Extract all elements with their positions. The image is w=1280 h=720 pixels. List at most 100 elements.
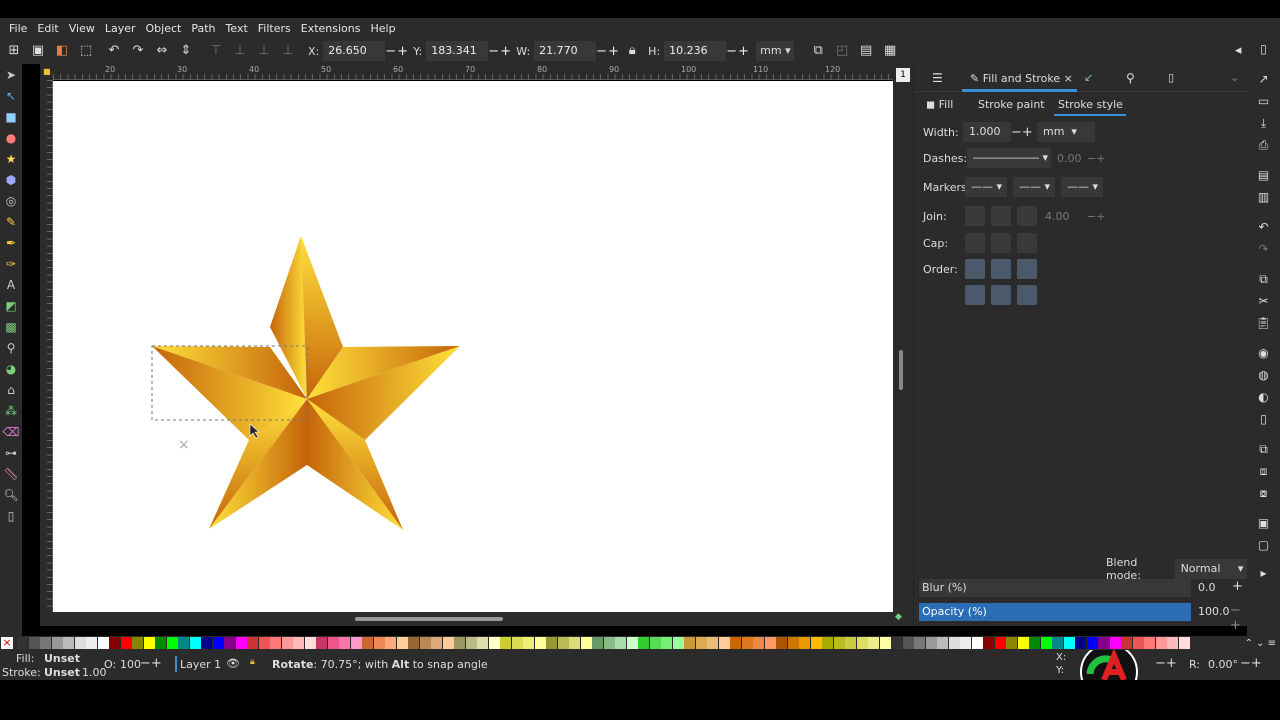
search-icon[interactable]: ⚲ <box>1126 71 1135 85</box>
scale-stroke-icon[interactable]: ⧉ <box>810 43 826 59</box>
blend-mode-select[interactable]: Normal ▾ <box>1174 559 1247 579</box>
color-swatch[interactable] <box>1144 637 1155 649</box>
zoom-selection-icon[interactable]: ◉ <box>1247 342 1280 364</box>
panel-menu-icon[interactable]: ☰ <box>932 71 943 85</box>
color-swatch[interactable] <box>327 637 339 649</box>
vertical-scrollbar[interactable]: 1 ◆ <box>893 64 913 626</box>
node-tool-icon[interactable]: ↖ <box>0 85 22 106</box>
color-swatch[interactable] <box>419 637 431 649</box>
vertical-ruler[interactable] <box>40 80 53 612</box>
color-swatch[interactable] <box>258 637 270 649</box>
color-swatch[interactable] <box>189 637 201 649</box>
connector-tool-icon[interactable]: ⊶ <box>0 442 22 463</box>
color-swatch[interactable] <box>1029 637 1040 649</box>
color-swatch[interactable] <box>385 637 396 649</box>
color-swatch[interactable] <box>178 637 189 649</box>
group-icon[interactable]: ▣ <box>1247 512 1280 534</box>
lock-guides-icon[interactable]: ■ <box>43 67 51 76</box>
color-swatch[interactable] <box>235 637 247 649</box>
color-swatch[interactable] <box>1178 637 1190 649</box>
horizontal-scroll-thumb[interactable] <box>355 617 503 621</box>
color-swatch[interactable] <box>1006 637 1017 649</box>
color-swatch[interactable] <box>707 637 718 649</box>
zoom-stepper[interactable]: −+ <box>1155 656 1177 671</box>
color-swatch[interactable] <box>1063 637 1075 649</box>
blur-value[interactable]: 0.0 <box>1198 581 1216 594</box>
move-gradients-icon[interactable]: ▤ <box>858 43 874 59</box>
color-swatch[interactable] <box>718 637 730 649</box>
palette-scroll-icon[interactable]: ⌃ ⌄ ≡ <box>1245 638 1277 649</box>
redo-icon[interactable]: ↷ <box>1247 238 1280 260</box>
color-swatch[interactable] <box>247 637 258 649</box>
unlink-clone-icon[interactable]: ⧇ <box>1247 482 1280 504</box>
pen-tool-icon[interactable]: ✒ <box>0 232 22 253</box>
color-swatch[interactable] <box>626 637 638 649</box>
color-swatch[interactable] <box>948 637 960 649</box>
no-paint-swatch[interactable]: × <box>1 637 13 649</box>
snap-toggle-icon[interactable]: ◆ <box>895 612 902 622</box>
color-swatch[interactable] <box>63 637 74 649</box>
new-document-icon[interactable]: ▯ <box>1247 38 1280 60</box>
export-icon[interactable]: ▥ <box>1247 186 1280 208</box>
menu-object[interactable]: Object <box>141 22 187 35</box>
order-stroke-markers-fill-icon[interactable] <box>991 285 1011 305</box>
color-swatch[interactable] <box>1075 637 1086 649</box>
start-marker-select[interactable]: —— ▾ <box>965 177 1007 197</box>
opacity-stepper[interactable]: −+ <box>140 656 162 671</box>
measure-tool-icon[interactable]: 📏︎ <box>0 463 22 484</box>
scale-corners-icon[interactable]: ◰ <box>834 43 850 59</box>
color-swatch[interactable] <box>833 637 845 649</box>
color-swatch[interactable] <box>166 637 178 649</box>
width-stepper[interactable]: −+ <box>1011 125 1037 140</box>
color-swatch[interactable] <box>810 637 822 649</box>
rotation-stepper[interactable]: −+ <box>1240 656 1262 671</box>
horizontal-ruler[interactable]: 20 30 40 50 60 70 80 90 100 110 120 <box>53 64 893 80</box>
color-swatch[interactable] <box>1155 637 1167 649</box>
text-tool-icon[interactable]: A <box>0 274 22 295</box>
color-swatch[interactable] <box>1167 637 1178 649</box>
zoom-width-icon[interactable]: ▯ <box>1247 408 1280 430</box>
color-swatch[interactable] <box>1132 637 1144 649</box>
color-swatch[interactable] <box>925 637 937 649</box>
lower-icon[interactable]: ⊥ <box>256 43 272 59</box>
butt-cap-icon[interactable] <box>965 233 985 253</box>
color-swatch[interactable] <box>649 637 661 649</box>
color-swatch[interactable] <box>580 637 592 649</box>
color-swatch[interactable] <box>304 637 316 649</box>
h-input[interactable]: 10.236 <box>664 41 727 61</box>
rotate-cw-icon[interactable]: ↷ <box>130 43 146 59</box>
tab-fill[interactable]: ◼ Fill <box>926 98 953 111</box>
order-markers-stroke-fill-icon[interactable] <box>1017 285 1037 305</box>
miter-limit-stepper[interactable]: −+ <box>1087 210 1105 223</box>
menu-edit[interactable]: Edit <box>32 22 63 35</box>
mid-marker-select[interactable]: —— ▾ <box>1013 177 1055 197</box>
open-icon[interactable]: ↗ <box>1247 68 1280 90</box>
zoom-tool-icon[interactable]: 🔍︎ <box>0 484 22 505</box>
menu-view[interactable]: View <box>64 22 100 35</box>
color-swatch[interactable] <box>534 637 546 649</box>
menu-file[interactable]: File <box>4 22 32 35</box>
color-swatch[interactable] <box>557 637 569 649</box>
menu-extensions[interactable]: Extensions <box>296 22 366 35</box>
color-swatch[interactable] <box>741 637 753 649</box>
color-swatch[interactable] <box>40 637 51 649</box>
width-unit-select[interactable]: mm ▾ <box>1037 122 1095 142</box>
y-input[interactable]: 183.341 <box>426 41 489 61</box>
gold-star[interactable] <box>152 236 460 530</box>
color-swatch[interactable] <box>431 637 442 649</box>
open-folder-icon[interactable]: ▭ <box>1247 90 1280 112</box>
star-tool-icon[interactable]: ★ <box>0 148 22 169</box>
print-icon[interactable]: ⎙ <box>1247 134 1280 156</box>
color-swatch[interactable] <box>1098 637 1109 649</box>
color-swatch[interactable] <box>28 637 40 649</box>
order-stroke-fill-markers-icon[interactable] <box>991 259 1011 279</box>
color-swatch[interactable] <box>983 637 994 649</box>
raise-to-top-icon[interactable]: ⊤ <box>208 43 224 59</box>
color-swatch[interactable] <box>511 637 523 649</box>
round-cap-icon[interactable] <box>991 233 1011 253</box>
select-same-icon[interactable]: ⬚ <box>78 43 94 59</box>
color-swatch[interactable] <box>902 637 914 649</box>
horizontal-scrollbar[interactable] <box>40 612 893 626</box>
color-swatch[interactable] <box>672 637 684 649</box>
color-swatch[interactable] <box>822 637 833 649</box>
